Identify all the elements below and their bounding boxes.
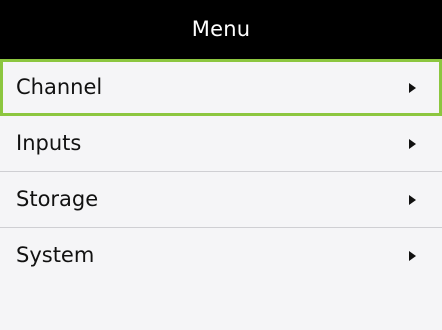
empty-menu-area bbox=[0, 282, 442, 330]
menu-item-inputs[interactable]: Inputs bbox=[0, 116, 442, 172]
page-title: Menu bbox=[191, 17, 251, 41]
menu-item-label: Inputs bbox=[16, 131, 82, 155]
chevron-right-icon bbox=[409, 194, 416, 205]
menu-item-system[interactable]: System bbox=[0, 228, 442, 284]
chevron-right-icon bbox=[409, 82, 416, 93]
menu-item-label: Channel bbox=[16, 75, 103, 99]
chevron-right-icon bbox=[409, 138, 416, 149]
menu-screen: Menu Channel Inputs Storage System bbox=[0, 0, 442, 330]
menu-item-label: Storage bbox=[16, 187, 99, 211]
menu-item-storage[interactable]: Storage bbox=[0, 172, 442, 228]
menu-list: Channel Inputs Storage System bbox=[0, 59, 442, 284]
menu-header: Menu bbox=[0, 0, 442, 59]
chevron-right-icon bbox=[409, 250, 416, 261]
menu-item-channel[interactable]: Channel bbox=[0, 59, 442, 116]
menu-item-label: System bbox=[16, 243, 95, 267]
